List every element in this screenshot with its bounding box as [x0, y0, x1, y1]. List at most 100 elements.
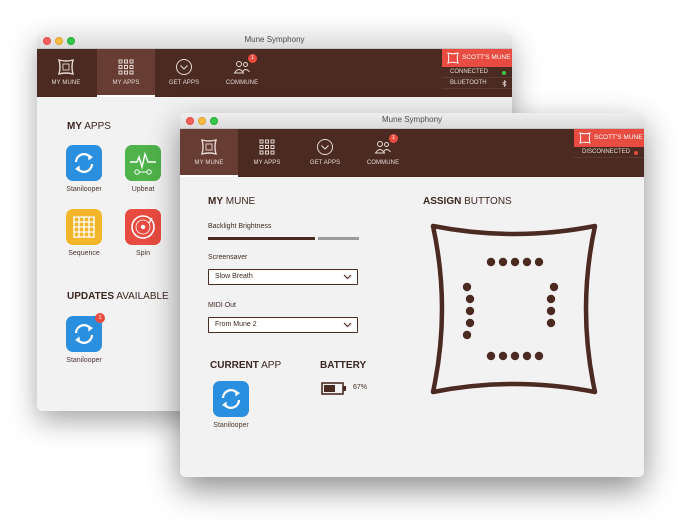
tab-label: MY APPS [112, 80, 140, 86]
mune-logo-icon [447, 52, 459, 64]
disconnected-dot-icon [634, 151, 638, 155]
slider-fill [208, 237, 315, 240]
download-icon [317, 139, 333, 155]
grid-pads-icon [66, 209, 102, 245]
app-tile-stanilooper[interactable]: Stanilooper [65, 145, 103, 193]
update-badge: 1 [95, 313, 105, 323]
device-name: SCOTT'S MUNE [594, 134, 643, 141]
device-panel: SCOTT'S MUNE CONNECTED BLUETOOTH [442, 49, 512, 89]
pad-button[interactable] [510, 257, 520, 267]
window-title: Mune Symphony [244, 35, 305, 44]
pad-button[interactable] [510, 351, 520, 361]
current-app-title: CURRENT APP [210, 360, 281, 371]
pad-button[interactable] [465, 318, 475, 328]
apps-grid-icon [118, 59, 134, 75]
pad-button[interactable] [486, 351, 496, 361]
app-label: Stanilooper [213, 422, 249, 429]
backlight-label: Backlight Brightness [208, 223, 272, 230]
device-name: SCOTT'S MUNE [462, 54, 511, 61]
slider-thumb[interactable] [315, 237, 318, 240]
backlight-slider[interactable] [208, 237, 359, 243]
tab-my-apps[interactable]: MY APPS [238, 129, 296, 177]
battery-icon [321, 382, 346, 395]
pad-button[interactable] [534, 257, 544, 267]
update-tile-stanilooper[interactable]: 1 Stanilooper [65, 313, 105, 364]
screensaver-value: Slow Breath [215, 273, 253, 280]
battery-indicator [321, 382, 347, 400]
notification-badge: 1 [389, 134, 398, 143]
updates-title-bold: UPDATES [67, 291, 115, 302]
window-title: Mune Symphony [381, 115, 443, 124]
tab-label: COMMUNE [225, 80, 259, 86]
assign-title-bold: ASSIGN [423, 196, 462, 207]
my-apps-title-rest: APPS [84, 121, 111, 132]
mune-device-icon [200, 138, 218, 156]
tab-commune[interactable]: 1 COMMUNE [213, 49, 271, 97]
device-name-button[interactable]: SCOTT'S MUNE [574, 129, 644, 147]
bluetooth-icon [502, 80, 507, 87]
pad-button[interactable] [534, 351, 544, 361]
tab-my-mune[interactable]: MY MUNE [180, 129, 238, 177]
tab-label: MY APPS [253, 160, 281, 166]
pad-button[interactable] [465, 306, 475, 316]
tab-commune[interactable]: 1 COMMUNE [354, 129, 412, 177]
battery-title: BATTERY [320, 360, 367, 371]
chevron-down-icon [343, 274, 352, 280]
tab-my-mune[interactable]: MY MUNE [37, 49, 95, 97]
app-label: Stanilooper [66, 357, 102, 364]
tab-get-apps[interactable]: GET APPS [296, 129, 354, 177]
title-bar: Mune Symphony [180, 113, 644, 129]
assign-title-rest: BUTTONS [464, 196, 512, 207]
pad-button[interactable] [522, 351, 532, 361]
pad-button[interactable] [498, 351, 508, 361]
pad-button[interactable] [546, 318, 556, 328]
app-label: Upbeat [131, 186, 155, 193]
notification-badge: 1 [248, 54, 257, 63]
app-tile-sequence[interactable]: Sequence [65, 209, 103, 257]
connection-status-text: DISCONNECTED [582, 149, 631, 155]
screensaver-label: Screensaver [208, 254, 248, 261]
app-label: Spin [135, 250, 150, 257]
pad-button[interactable] [498, 257, 508, 267]
tab-get-apps[interactable]: GET APPS [155, 49, 213, 97]
device-name-button[interactable]: SCOTT'S MUNE [442, 49, 512, 67]
midi-out-select[interactable]: From Mune 2 [208, 317, 358, 333]
tab-my-apps[interactable]: MY APPS [97, 49, 155, 97]
connection-status-text: CONNECTED [450, 69, 489, 75]
bluetooth-text: BLUETOOTH [450, 80, 487, 86]
bluetooth-status: BLUETOOTH [442, 78, 512, 89]
tab-label: MY MUNE [51, 80, 81, 86]
screensaver-select[interactable]: Slow Breath [208, 269, 358, 285]
pad-button[interactable] [462, 282, 472, 292]
title-bar: Mune Symphony [37, 33, 512, 49]
connected-dot-icon [502, 71, 506, 75]
my-apps-title-bold: MY [67, 121, 82, 132]
updates-title: UPDATES AVAILABLE [67, 291, 169, 302]
updates-title-rest: AVAILABLE [116, 291, 169, 302]
vinyl-icon [125, 209, 161, 245]
pad-button[interactable] [546, 294, 556, 304]
battery-percent: 67% [353, 384, 368, 391]
current-app-tile[interactable]: Stanilooper [212, 381, 250, 429]
my-apps-title: MY APPS [67, 121, 111, 132]
midi-out-label: MIDI Out [208, 302, 237, 309]
pad-button[interactable] [462, 330, 472, 340]
tab-label: GET APPS [309, 160, 341, 166]
nav-bar: MY MUNE MY APPS GET APPS 1 COMMUNE SCOTT… [37, 49, 512, 97]
assign-buttons-title: ASSIGN BUTTONS [423, 196, 512, 207]
my-mune-title-bold: MY [208, 196, 223, 207]
tab-label: GET APPS [168, 80, 200, 86]
my-mune-title-rest: MUNE [225, 196, 256, 207]
loop-arrows-icon: 1 [66, 313, 105, 352]
pad-button[interactable] [522, 257, 532, 267]
pad-button[interactable] [486, 257, 496, 267]
controller-outline [430, 223, 598, 395]
pad-button[interactable] [549, 282, 559, 292]
chevron-down-icon [343, 322, 352, 328]
midi-out-value: From Mune 2 [215, 321, 257, 328]
mune-device-icon [57, 58, 75, 76]
pad-button[interactable] [546, 306, 556, 316]
pad-button[interactable] [465, 294, 475, 304]
app-tile-upbeat[interactable]: Upbeat [124, 145, 162, 193]
app-tile-spin[interactable]: Spin [124, 209, 162, 257]
